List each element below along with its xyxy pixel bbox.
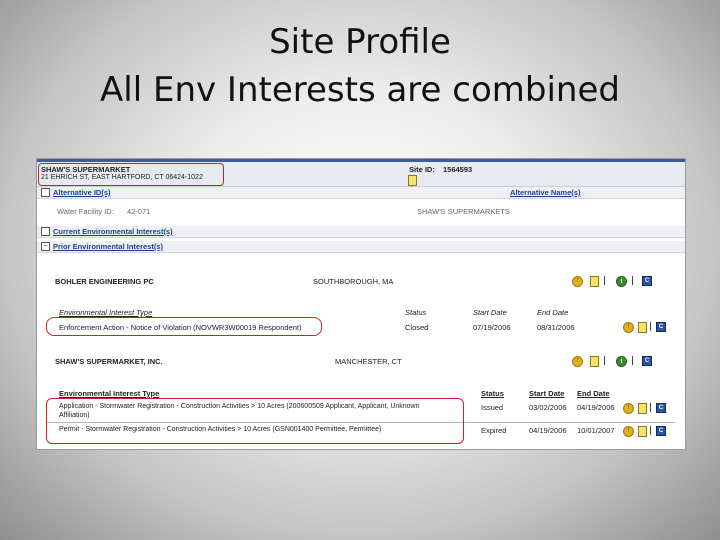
group1-col-status: Status [405, 308, 427, 317]
site-profile-screenshot: SHAW'S SUPERMARKET 21 EHRICH ST, EAST HA… [36, 158, 686, 450]
prior-env-link[interactable]: Prior Environmental Interest(s) [53, 242, 163, 251]
document-icon[interactable] [590, 356, 599, 367]
detail-icon[interactable]: C [642, 276, 652, 286]
separator [632, 356, 633, 365]
alt-id-row-value: 42-071 [127, 207, 151, 216]
group2-row2-start: 04/19/2006 [529, 426, 567, 435]
group1-row1-start: 07/19/2006 [473, 323, 511, 332]
separator [604, 276, 605, 285]
detail-icon[interactable]: C [656, 322, 666, 332]
group1-location: SOUTHBOROUGH, MA [313, 277, 394, 286]
group1-col-start: Start Date [473, 308, 507, 317]
group2-actions: ! i C [572, 356, 662, 367]
group2-location: MANCHESTER, CT [335, 357, 402, 366]
group2-row2-status: Expired [481, 426, 507, 435]
document-icon[interactable] [408, 175, 417, 186]
detail-icon[interactable]: C [642, 356, 652, 366]
group1-col-end: End Date [537, 308, 569, 317]
alt-name-row-value: SHAW'S SUPERMARKETS [417, 207, 510, 216]
group1-actions: ! i C [572, 276, 662, 287]
alt-ids-toggle[interactable] [41, 188, 50, 197]
group1-org: BOHLER ENGINEERING PC [55, 277, 154, 286]
group2-row1-status: Issued [481, 403, 504, 412]
alt-ids-band [37, 187, 685, 199]
prior-env-toggle[interactable]: − [41, 242, 50, 251]
detail-icon[interactable]: C [656, 403, 666, 413]
group1-row1-actions: ! C [623, 322, 683, 333]
group2-col-type: Environmental Interest Type [59, 389, 160, 398]
group2-row2-actions: ! C [623, 426, 683, 437]
document-icon[interactable] [590, 276, 599, 287]
slide-title-line1: Site Profile [269, 22, 451, 62]
slide-title-line2: All Env Interests are combined [100, 70, 620, 110]
document-icon[interactable] [638, 426, 647, 437]
current-env-link[interactable]: Current Environmental Interest(s) [53, 227, 173, 236]
current-env-toggle[interactable] [41, 227, 50, 236]
site-name-highlight [38, 163, 224, 186]
alt-names-link[interactable]: Alternative Name(s) [510, 188, 580, 197]
group2-col-end: End Date [577, 389, 610, 398]
info-icon[interactable]: i [616, 276, 627, 287]
document-icon[interactable] [638, 403, 647, 414]
group1-col-type: Environmental Interest Type [59, 308, 153, 317]
warning-icon[interactable]: ! [572, 276, 583, 287]
group2-col-start: Start Date [529, 389, 565, 398]
site-id-value: 1564593 [443, 165, 473, 174]
separator [632, 276, 633, 285]
group2-row1-actions: ! C [623, 403, 683, 414]
detail-icon[interactable]: C [656, 426, 666, 436]
separator [650, 322, 651, 331]
group1-row1-status: Closed [405, 323, 429, 332]
group2-rows-highlight [46, 398, 464, 444]
separator [650, 403, 651, 412]
separator [650, 426, 651, 435]
group1-row1-highlight [46, 317, 322, 336]
separator [604, 356, 605, 365]
site-id-label: Site ID: [409, 165, 435, 174]
group2-row1-end: 04/19/2006 [577, 403, 615, 412]
warning-icon[interactable]: ! [623, 403, 634, 414]
alt-ids-link[interactable]: Alternative ID(s) [53, 188, 111, 197]
warning-icon[interactable]: ! [623, 426, 634, 437]
group2-col-status: Status [481, 389, 504, 398]
group1-row1-end: 08/31/2006 [537, 323, 575, 332]
alt-id-row-label: Water Facility ID: [57, 207, 114, 216]
warning-icon[interactable]: ! [623, 322, 634, 333]
info-icon[interactable]: i [616, 356, 627, 367]
document-icon[interactable] [638, 322, 647, 333]
group2-org: SHAW'S SUPERMARKET, INC. [55, 357, 163, 366]
group2-row1-start: 03/02/2006 [529, 403, 567, 412]
warning-icon[interactable]: ! [572, 356, 583, 367]
group2-row2-end: 10/01/2007 [577, 426, 615, 435]
